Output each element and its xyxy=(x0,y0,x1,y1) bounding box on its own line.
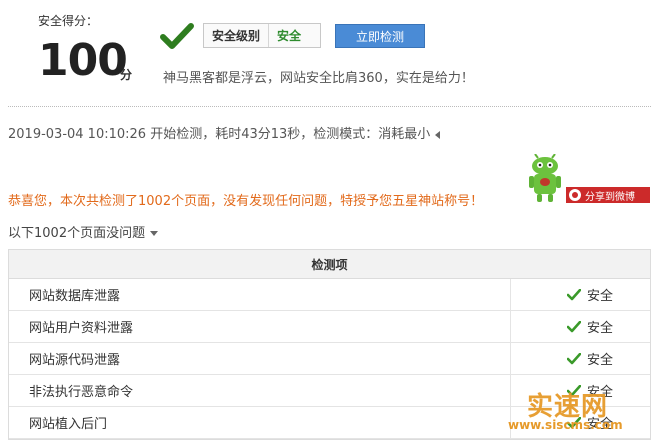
table-cell-item: 非法执行恶意命令 xyxy=(9,375,511,406)
status-text: 安全 xyxy=(587,321,614,336)
detect-info-text: 2019-03-04 10:10:26 开始检测，耗时43分13秒，检测模式：消… xyxy=(8,127,431,142)
table-row: 网站用户资料泄露 安全 xyxy=(9,311,650,343)
detect-now-button[interactable]: 立即检测 xyxy=(335,24,425,48)
triangle-left-icon[interactable] xyxy=(435,130,441,139)
security-level-value: 安全 xyxy=(277,29,302,43)
table-row: 网站数据库泄露 安全 xyxy=(9,279,650,311)
table-row: 网站源代码泄露 安全 xyxy=(9,343,650,375)
score-unit: 分 xyxy=(120,68,133,82)
table-cell-item: 网站数据库泄露 xyxy=(9,279,511,310)
security-level-label: 安全级别 xyxy=(204,24,270,47)
score-value: 100 xyxy=(38,35,128,86)
watermark-url: www.siscms.com xyxy=(508,418,623,432)
share-weibo-button[interactable]: 分享到微博 xyxy=(566,187,650,203)
share-weibo-label: 分享到微博 xyxy=(585,191,635,203)
table-cell-item: 网站植入后门 xyxy=(9,407,511,438)
slogan-text: 神马黑客都是浮云，网站安全比肩360，实在是给力！ xyxy=(163,71,474,86)
check-icon xyxy=(567,320,581,332)
triangle-down-icon xyxy=(150,231,159,236)
ok-pages-toggle[interactable]: 以下1002个页面没问题 xyxy=(8,222,159,241)
ok-pages-title: 以下1002个页面没问题 xyxy=(8,226,146,241)
table-header: 检测项 xyxy=(9,250,650,279)
table-cell-status: 安全 xyxy=(511,311,650,342)
check-icon xyxy=(567,288,581,300)
table-cell-item: 网站源代码泄露 xyxy=(9,343,511,374)
security-level-box: 安全级别 安全 xyxy=(203,23,321,48)
status-text: 安全 xyxy=(587,289,614,304)
weibo-icon xyxy=(569,189,581,201)
divider xyxy=(8,106,651,107)
detect-info: 2019-03-04 10:10:26 开始检测，耗时43分13秒，检测模式：消… xyxy=(8,123,441,142)
table-cell-status: 安全 xyxy=(511,343,650,374)
table-cell-item: 网站用户资料泄露 xyxy=(9,311,511,342)
check-icon xyxy=(567,352,581,364)
table-cell-status: 安全 xyxy=(511,279,650,310)
mascot-icon xyxy=(529,154,561,202)
check-icon xyxy=(160,23,194,49)
congrats-message: 恭喜您，本次共检测了1002个页面，没有发现任何问题，特授予您五星神站称号！ xyxy=(8,194,484,209)
status-text: 安全 xyxy=(587,353,614,368)
score-label: 安全得分： xyxy=(38,14,99,28)
